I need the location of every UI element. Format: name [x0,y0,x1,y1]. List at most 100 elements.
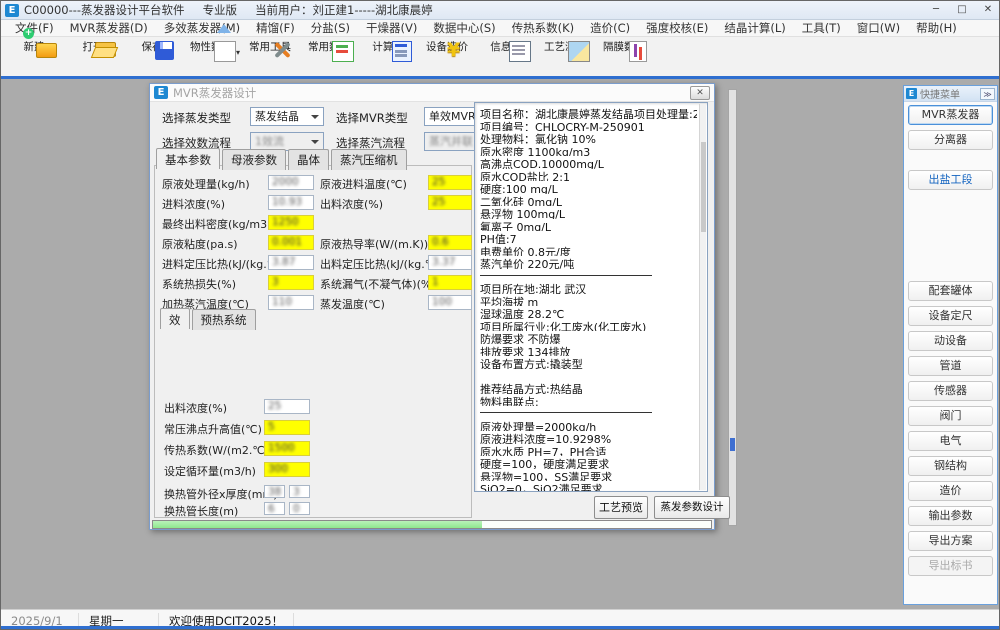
quick-tanks-button[interactable]: 配套罐体 [908,281,993,301]
quick-export-plan-button[interactable]: 导出方案 [908,531,993,551]
quick-valves-button[interactable]: 阀门 [908,406,993,426]
quick-mvr-evaporator-button[interactable]: MVR蒸发器 [908,105,993,125]
field-input[interactable]: 0 [289,502,310,515]
scrollbar-thumb[interactable] [730,438,735,451]
quick-output-params-button[interactable]: 输出参数 [908,506,993,526]
dialog-titlebar[interactable]: E MVR蒸发器设计 ✕ [150,84,714,102]
tab[interactable]: 母液参数 [222,149,286,170]
maximize-button[interactable]: □ [953,3,971,17]
field-input[interactable]: 10.93 [268,195,314,210]
field-input[interactable]: 1250 [268,215,314,230]
common-data-button[interactable]: 常用数据 [304,39,354,54]
close-button[interactable]: ✕ [979,3,997,17]
process-view-button[interactable]: 工艺浏览 [540,39,590,54]
quick-separator-button[interactable]: 分离器 [908,130,993,150]
current-user-label: 当前用户：刘正建1-----湖北康晨婷 [255,2,433,18]
info-library-button[interactable]: 信息库 [481,39,531,54]
form-row: 进料浓度(%) 10.93 出料浓度(%) 25 [150,194,716,214]
tab[interactable]: 预热系统 [192,309,256,330]
quick-dynamic-equipment-button[interactable]: 动设备 [908,331,993,351]
menu-bar: 文件(F)MVR蒸发器(D)多效蒸发器(M)精馏(F)分盐(S)干燥器(V)数据… [1,20,1000,37]
field-input[interactable]: 6 [264,502,285,515]
field-value: 1500 [268,442,295,454]
info-line: 悬浮物=100，SS满足要求 [480,469,697,482]
quick-menu-header: E 快捷菜单 ≫ [904,86,997,102]
info-line: 排放要求 134排放 [480,344,697,357]
menu-cost[interactable]: 造价(C) [582,19,638,37]
field-input[interactable]: 3.87 [268,255,314,270]
tab[interactable]: 蒸汽压缩机 [331,149,407,170]
quick-piping-button[interactable]: 管道 [908,356,993,376]
field-input[interactable]: 25 [428,175,472,190]
minimize-button[interactable]: ─ [927,3,945,17]
quick-sensors-button[interactable]: 传感器 [908,381,993,401]
evaporation-type-label: 选择蒸发类型 [162,110,231,126]
field-value: 0.001 [272,236,302,248]
menu-multi-effect-evaporator[interactable]: 多效蒸发器(M) [156,19,248,37]
menu-tools[interactable]: 工具(T) [794,19,849,37]
membrane-data-button[interactable]: 隔膜数据 [599,39,649,54]
field-input[interactable]: 5 [264,420,310,435]
save-button[interactable]: 保存 [127,39,177,54]
field-input[interactable]: 100 [428,295,472,310]
info-line: 项目所属行业:化工废水(化工废水) [480,319,697,332]
quick-equipment-sizing-button[interactable]: 设备定尺 [908,306,993,326]
field-input[interactable]: 25 [428,195,472,210]
field-input[interactable]: 0.001 [268,235,314,250]
info-line: 项目编号：CHLOCRY-M-250901 [480,119,697,132]
quick-cost-button[interactable]: 造价 [908,481,993,501]
field-input[interactable]: 3.37 [428,255,472,270]
evaporation-type-select[interactable]: 蒸发结晶 [250,107,324,126]
menu-mvr-evaporator[interactable]: MVR蒸发器(D) [62,19,156,37]
quick-electrical-button[interactable]: 电气 [908,431,993,451]
equipment-price-button[interactable]: 设备造价 [422,39,472,54]
form-row: 设定循环量(m3/h) 300 [150,461,470,482]
field-value: 3 [293,486,300,498]
field-input[interactable]: 110 [268,295,314,310]
field-input[interactable]: 0.6 [428,235,472,250]
menu-data-center[interactable]: 数据中心(S) [425,19,503,37]
tab[interactable]: 效 [160,308,190,329]
form-row: 系统热损失(%) 3 系统漏气(不凝气体)(%) 1 [150,274,716,294]
info-line: 硬度=100，硬度满足要求 [480,456,697,469]
field-input[interactable]: 38 [264,485,285,498]
new-button[interactable]: 新建 [9,39,59,54]
main-form: 原液处理量(kg/h) 2000 原液进料温度(℃) 25 进料浓度(%) 10… [150,174,716,314]
menu-strength-check[interactable]: 强度校核(E) [638,19,716,37]
common-tools-button[interactable]: 常用工具 [245,39,295,54]
field-input[interactable]: 25 [264,399,310,414]
tab[interactable]: 晶体 [288,149,329,170]
toolbar: 新建 打开 保存 ▾ 物性数据 常用工具 常用数据 计算器 [1,37,1000,76]
menu-help[interactable]: 帮助(H) [908,19,965,37]
menu-crystallization-calc[interactable]: 结晶计算(L) [716,19,793,37]
menu-heat-transfer-coefficient[interactable]: 传热系数(K) [504,19,583,37]
field-value: 3.37 [432,256,455,268]
property-data-button[interactable]: ▾ 物性数据 [186,39,236,54]
collapse-chevrons-icon[interactable]: ≫ [980,88,995,100]
dialog-close-button[interactable]: ✕ [690,86,710,100]
quick-export-tender-button[interactable]: 导出标书 [908,556,993,576]
calculator-button[interactable]: 计算器 [363,39,413,54]
process-preview-button[interactable]: 工艺预览 [594,496,648,519]
info-line: 设备布置方式:撬装型 [480,356,697,369]
open-button[interactable]: 打开 [68,39,118,54]
quick-salt-section-button[interactable]: 出盐工段 [908,170,993,190]
menu-salt-separation[interactable]: 分盐(S) [303,19,358,37]
field-input[interactable]: 1500 [264,441,310,456]
field-input[interactable]: 3 [289,485,310,498]
field-input[interactable]: 3 [268,275,314,290]
quick-steel-structure-button[interactable]: 钢结构 [908,456,993,476]
evaporation-design-button[interactable]: 蒸发参数设计 [654,496,730,519]
field-value: 25 [268,400,281,412]
menu-distillation[interactable]: 精馏(F) [248,19,303,37]
menu-dryer[interactable]: 干燥器(V) [358,19,425,37]
tab[interactable]: 基本参数 [156,148,220,169]
field-input[interactable]: 300 [264,462,310,477]
field-input[interactable]: 2000 [268,175,314,190]
field-label: 换热管长度(m) [164,503,238,519]
menu-file[interactable]: 文件(F) [7,19,62,37]
field-input[interactable]: 1 [428,275,472,290]
menu-window[interactable]: 窗口(W) [849,19,908,37]
status-accent-line [1,626,1000,629]
background-vertical-scrollbar[interactable] [728,89,737,526]
